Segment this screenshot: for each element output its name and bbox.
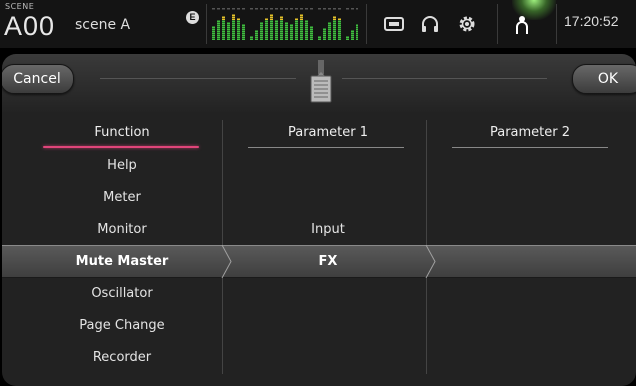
function-item-help[interactable]: Help bbox=[32, 158, 212, 173]
selected-parameter-1[interactable]: FX bbox=[228, 254, 428, 269]
function-item-page-change[interactable]: Page Change bbox=[32, 318, 212, 333]
function-item-monitor[interactable]: Monitor bbox=[32, 222, 212, 237]
setup-gear-icon[interactable] bbox=[456, 13, 478, 35]
cancel-button[interactable]: Cancel bbox=[2, 64, 74, 94]
function-item-meter[interactable]: Meter bbox=[32, 190, 212, 205]
ok-button[interactable]: OK bbox=[572, 64, 636, 94]
user-defined-key-setup-dialog: Cancel OK Function Parameter 1 Parameter… bbox=[2, 54, 636, 386]
divider bbox=[366, 4, 367, 44]
parameter-1-underline bbox=[248, 147, 404, 148]
divider bbox=[100, 78, 296, 79]
scene-number[interactable]: A00 bbox=[4, 13, 55, 40]
top-status-bar: SCENE A00 scene A E 17:20:52 bbox=[0, 0, 636, 48]
parameter-2-underline bbox=[452, 147, 608, 148]
edit-indicator-icon: E bbox=[186, 11, 199, 24]
clock: 17:20:52 bbox=[564, 13, 619, 29]
headphones-icon[interactable] bbox=[419, 13, 441, 35]
scene-label: SCENE bbox=[5, 2, 35, 11]
function-item-oscillator[interactable]: Oscillator bbox=[32, 286, 212, 301]
column-header-parameter-1: Parameter 1 bbox=[287, 125, 369, 140]
divider bbox=[342, 78, 547, 79]
fader-icon bbox=[310, 60, 332, 103]
function-item-recorder[interactable]: Recorder bbox=[32, 350, 212, 365]
recorder-icon[interactable] bbox=[383, 13, 405, 35]
divider bbox=[206, 4, 207, 44]
scene-name[interactable]: scene A bbox=[75, 17, 130, 33]
divider bbox=[556, 4, 557, 44]
column-header-parameter-2: Parameter 2 bbox=[489, 125, 571, 140]
selected-function[interactable]: Mute Master bbox=[32, 254, 212, 269]
column-header-function: Function bbox=[94, 125, 150, 140]
parameter-1-item-input[interactable]: Input bbox=[228, 222, 428, 237]
function-column-underline bbox=[43, 146, 199, 148]
level-meter-icon[interactable] bbox=[212, 8, 358, 40]
user-icon[interactable] bbox=[511, 14, 533, 36]
divider bbox=[497, 4, 498, 44]
